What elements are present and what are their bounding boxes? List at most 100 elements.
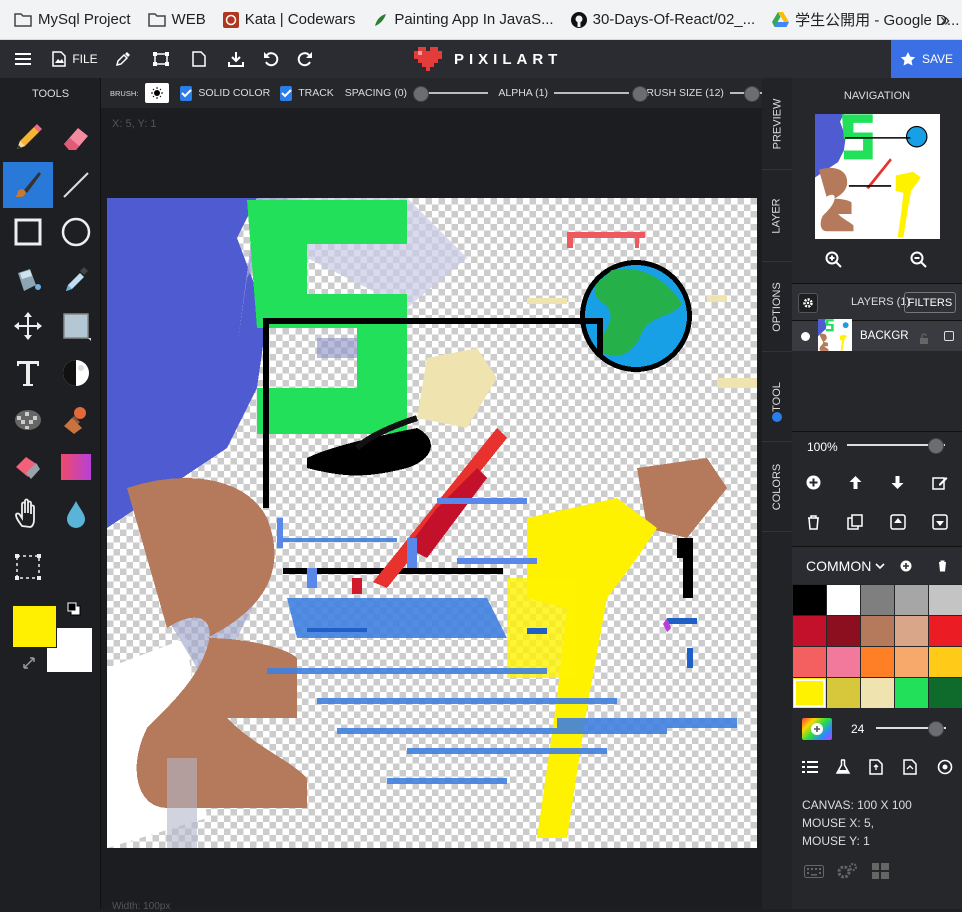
flask-icon[interactable] [835, 759, 851, 775]
undo-button[interactable] [254, 40, 288, 78]
brush-size-slider[interactable] [729, 86, 762, 102]
settings-gears-icon[interactable] [836, 862, 858, 880]
export-palette-icon[interactable] [903, 759, 917, 775]
palette-swatch[interactable] [929, 616, 962, 646]
tool-color-picker[interactable] [51, 256, 101, 302]
list-icon[interactable] [802, 760, 818, 774]
save-button[interactable]: SAVE [891, 40, 962, 78]
tool-blur[interactable] [51, 491, 101, 537]
palette-swatch[interactable] [895, 585, 928, 615]
tool-text[interactable] [3, 350, 53, 396]
tab-options[interactable]: OPTIONS [762, 262, 792, 352]
drawing-canvas[interactable] [107, 198, 757, 848]
duplicate-layer-icon[interactable] [847, 514, 863, 530]
merge-up-icon[interactable] [890, 514, 906, 530]
bookmark-item[interactable]: MySql Project [14, 11, 131, 28]
file-menu-button[interactable]: FILE [46, 40, 104, 78]
bookmarks-overflow-button[interactable]: » [940, 10, 950, 31]
layer-opacity-slider[interactable] [847, 438, 945, 454]
primary-color-swatch[interactable] [12, 605, 57, 648]
filters-button[interactable]: FILTERS [904, 292, 956, 313]
palette-swatch[interactable] [861, 585, 894, 615]
add-layer-icon[interactable] [806, 475, 821, 490]
layer-lock-button[interactable] [919, 331, 929, 349]
solid-color-checkbox[interactable] [180, 85, 193, 101]
bookmark-item[interactable]: 30-Days-Of-React/02_... [570, 11, 755, 28]
palette-select[interactable]: COMMON [806, 558, 885, 574]
tool-pen[interactable] [3, 162, 53, 208]
move-layer-down-icon[interactable] [890, 475, 905, 490]
reset-colors-button[interactable] [67, 602, 81, 616]
palette-swatch[interactable] [929, 678, 962, 708]
move-layer-up-icon[interactable] [848, 475, 863, 490]
tool-stamp[interactable] [51, 397, 101, 443]
color-picker-button[interactable] [802, 718, 832, 740]
eyedropper-button[interactable] [104, 40, 142, 78]
layer-select-checkbox[interactable] [944, 331, 954, 341]
palette-swatch[interactable] [827, 647, 860, 677]
zoom-in-button[interactable] [825, 251, 843, 274]
tool-remove-color[interactable] [3, 444, 53, 490]
bookmark-item[interactable]: Kata | Codewars [222, 11, 355, 28]
palette-swatch[interactable] [861, 647, 894, 677]
palette-swatch[interactable] [793, 678, 826, 708]
bookmark-item[interactable]: Painting App In JavaS... [372, 11, 554, 28]
palette-swatch[interactable] [861, 616, 894, 646]
delete-layer-icon[interactable] [807, 515, 820, 530]
zoom-out-button[interactable] [910, 251, 928, 274]
bookmark-item[interactable]: 学生公開用 - Google D... [772, 9, 959, 30]
tab-tool[interactable]: TOOL [762, 352, 792, 442]
menu-button[interactable] [0, 40, 46, 78]
tool-gradient[interactable] [51, 444, 101, 490]
delete-color-icon[interactable] [937, 560, 948, 572]
rename-layer-icon[interactable] [932, 475, 948, 491]
tab-layer[interactable]: LAYER [762, 170, 792, 262]
tab-colors[interactable]: COLORS [762, 442, 792, 532]
palette-swatch[interactable] [827, 585, 860, 615]
palette-swatch[interactable] [827, 678, 860, 708]
tool-shape-select[interactable] [51, 303, 101, 349]
tool-ellipse[interactable] [51, 209, 101, 255]
merge-down-icon[interactable] [932, 514, 948, 530]
layer-settings-button[interactable] [798, 293, 818, 313]
tool-line[interactable] [51, 162, 101, 208]
navigation-preview[interactable] [815, 114, 940, 239]
palette-swatch[interactable] [827, 616, 860, 646]
tool-move[interactable] [3, 303, 53, 349]
download-button[interactable] [218, 40, 254, 78]
layer-item[interactable]: BACKGROUND [792, 319, 962, 353]
spacing-slider[interactable] [413, 86, 489, 102]
palette-swatch[interactable] [793, 647, 826, 677]
layer-visibility-dot[interactable] [801, 332, 810, 341]
bookmark-item[interactable]: WEB [147, 11, 206, 28]
keyboard-icon[interactable] [804, 865, 824, 878]
palette-swatch[interactable] [895, 647, 928, 677]
tool-eraser[interactable] [51, 115, 101, 161]
tab-preview[interactable]: PREVIEW [762, 78, 792, 170]
resize-canvas-button[interactable] [142, 40, 180, 78]
palette-swatch[interactable] [861, 678, 894, 708]
tool-rectangle[interactable] [3, 209, 53, 255]
palette-swatch[interactable] [793, 616, 826, 646]
tool-pattern[interactable] [3, 397, 53, 443]
tool-pencil[interactable] [3, 115, 53, 161]
import-palette-icon[interactable] [869, 759, 883, 775]
target-icon[interactable] [937, 759, 953, 775]
palette-swatch[interactable] [895, 678, 928, 708]
palette-brush-size-slider[interactable] [876, 721, 946, 737]
palette-swatch[interactable] [929, 647, 962, 677]
tool-dither[interactable] [51, 350, 101, 396]
redo-button[interactable] [288, 40, 322, 78]
grid-layout-icon[interactable] [872, 863, 889, 879]
tool-pan[interactable] [3, 491, 53, 537]
brush-shape-button[interactable] [145, 83, 170, 103]
alpha-slider[interactable] [553, 86, 648, 102]
new-file-button[interactable] [180, 40, 218, 78]
tool-fill-bucket[interactable] [3, 256, 53, 302]
tool-selection[interactable] [3, 544, 53, 590]
palette-swatch[interactable] [929, 585, 962, 615]
add-color-icon[interactable] [900, 560, 912, 572]
palette-swatch[interactable] [793, 585, 826, 615]
swap-colors-button[interactable] [22, 656, 38, 672]
palette-swatch[interactable] [895, 616, 928, 646]
